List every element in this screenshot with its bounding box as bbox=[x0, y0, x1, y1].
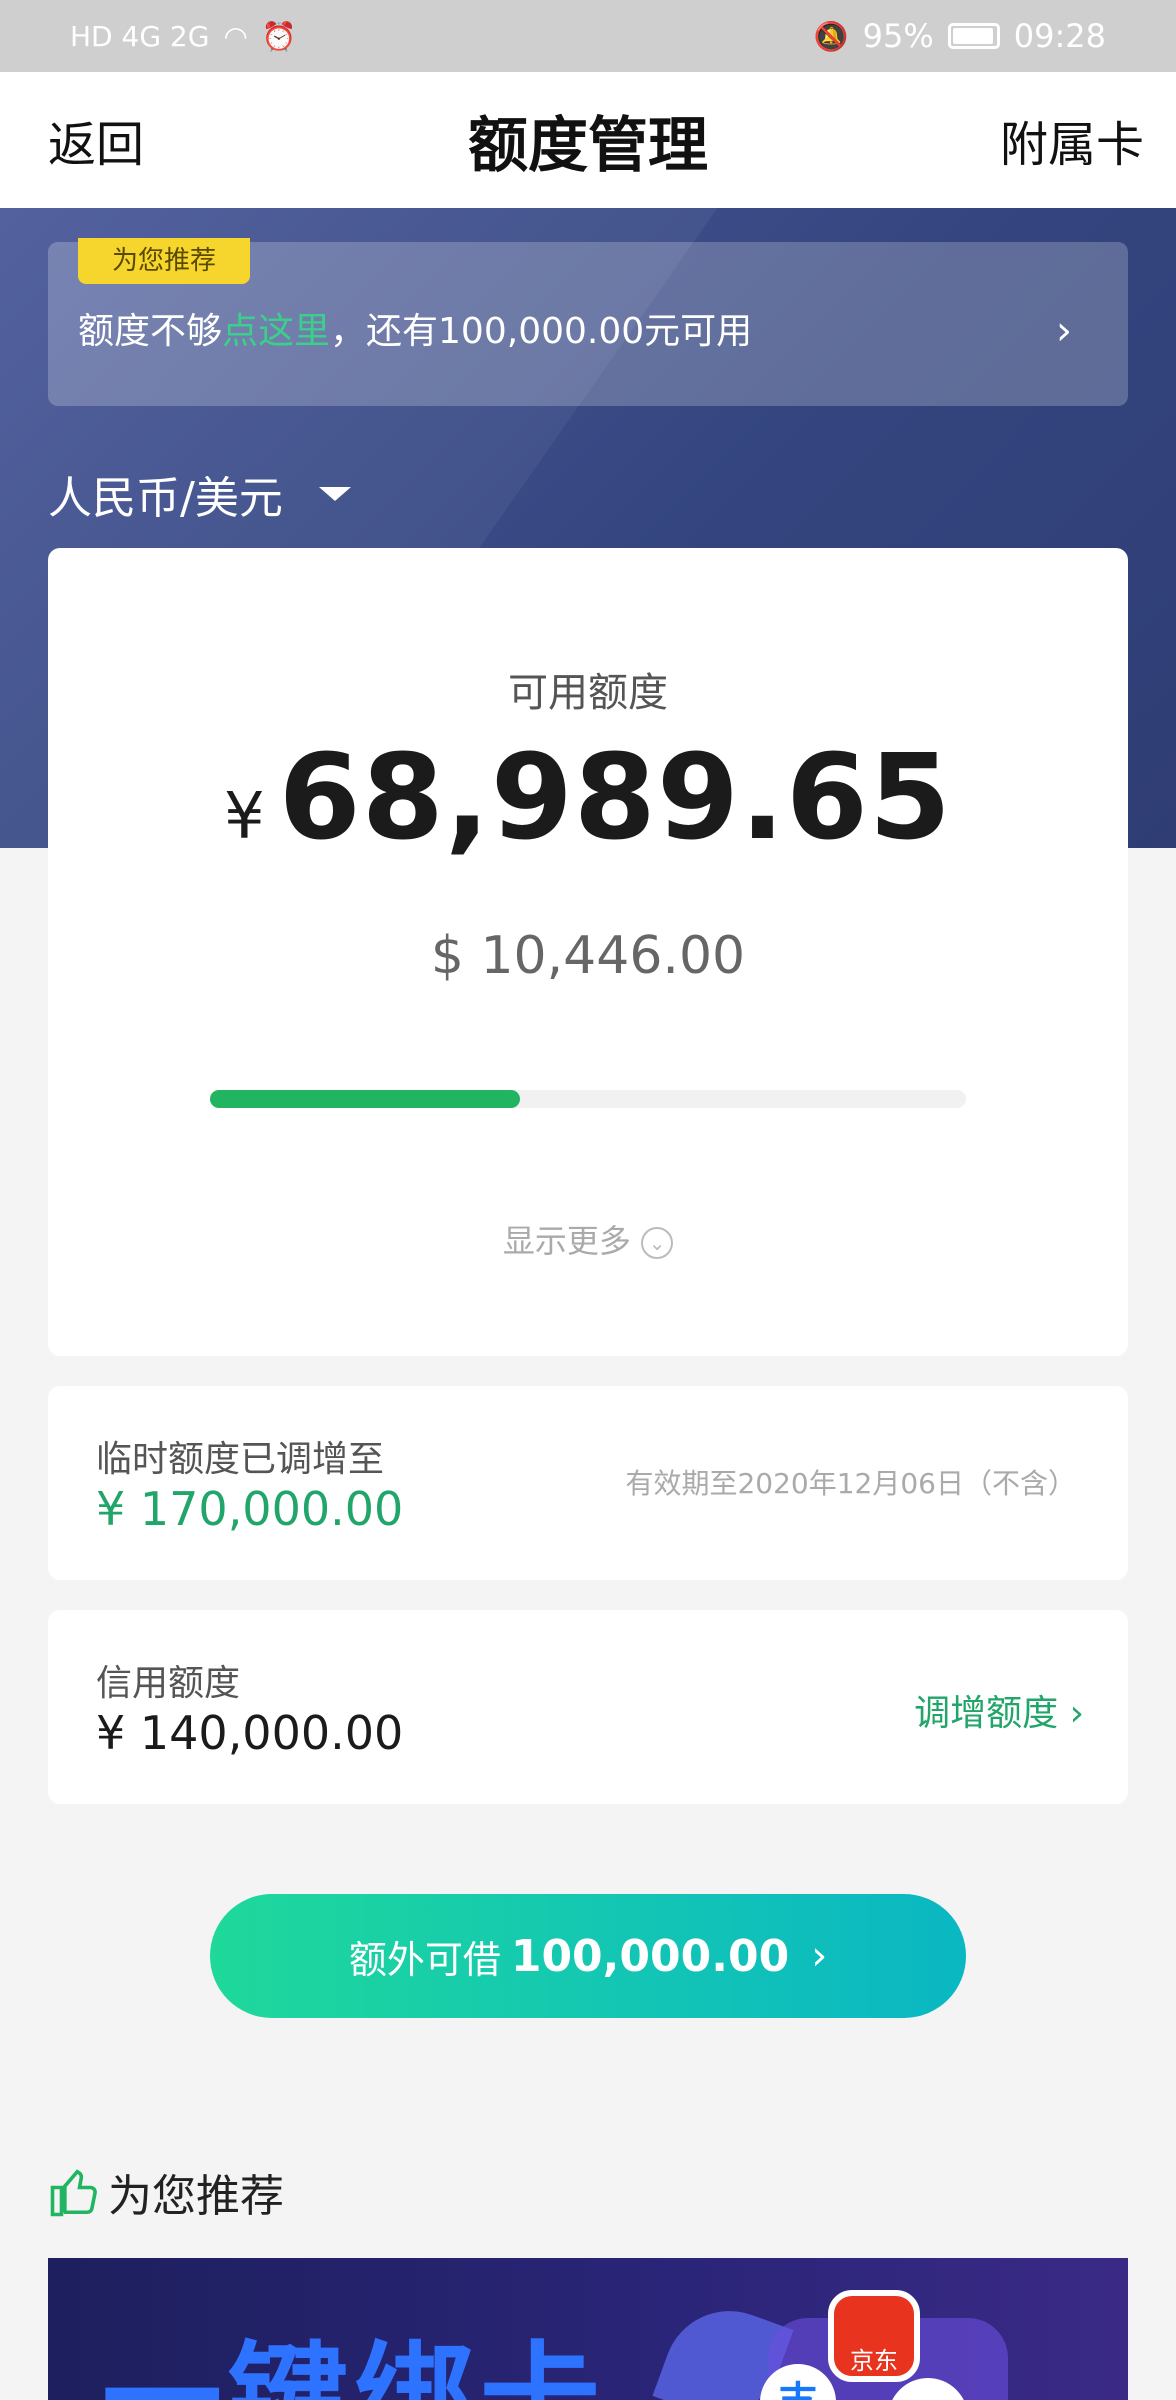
wifi-icon: ◠ bbox=[223, 19, 248, 53]
extra-borrow-prefix: 额外可借 bbox=[348, 1937, 501, 1982]
battery-icon bbox=[947, 23, 1000, 49]
available-usd: $ 10,446.00 bbox=[430, 926, 746, 986]
promo-text-before: 额度不够 bbox=[78, 311, 223, 352]
clock: 09:28 bbox=[1013, 17, 1106, 55]
chevron-down-icon: ⌄ bbox=[641, 1227, 674, 1259]
show-more-label: 显示更多 bbox=[502, 1222, 631, 1260]
battery-percent: 95% bbox=[862, 17, 934, 55]
status-bar: HD 4G 2G ◠ ⏰ 🔕 95% 09:28 bbox=[0, 0, 1176, 72]
temp-limit-card: 临时额度已调增至 ¥ 170,000.00 有效期至2020年12月06日（不含… bbox=[48, 1386, 1128, 1580]
available-amount-value: 68,989.65 bbox=[278, 728, 953, 866]
bind-card-banner[interactable]: 一键绑卡 京东 支 bbox=[48, 2258, 1128, 2400]
promo-text-after: ，还有100,000.00元可用 bbox=[330, 311, 753, 352]
promo-banner[interactable]: 为您推荐 额度不够点这里，还有100,000.00元可用 › bbox=[48, 238, 1128, 406]
promo-text: 额度不够点这里，还有100,000.00元可用 bbox=[78, 302, 752, 354]
banner-headline: 一键绑卡 bbox=[102, 2302, 606, 2400]
increase-limit-link[interactable]: 调增额度 › bbox=[914, 1684, 1084, 1736]
promo-link[interactable]: 点这里 bbox=[222, 311, 330, 352]
status-left: HD 4G 2G ◠ ⏰ bbox=[70, 20, 297, 53]
back-button[interactable]: 返回 bbox=[48, 105, 144, 175]
alarm-icon: ⏰ bbox=[261, 19, 297, 53]
currency-symbol: ¥ bbox=[223, 780, 265, 854]
recommend-section-title: 为您推荐 bbox=[48, 2160, 284, 2224]
available-amount: ¥ 68,989.65 bbox=[48, 728, 1128, 866]
credit-limit-card: 信用额度 ¥ 140,000.00 调增额度 › bbox=[48, 1610, 1128, 1804]
currency-value: 人民币/美元 bbox=[48, 473, 283, 524]
available-label: 可用额度 bbox=[508, 670, 668, 716]
promo-tag: 为您推荐 bbox=[78, 238, 251, 284]
temp-limit-amount: ¥ 170,000.00 bbox=[96, 1482, 404, 1536]
currency-selector[interactable]: 人民币/美元 bbox=[48, 462, 351, 526]
extra-borrow-button[interactable]: 额外可借 100,000.00 › bbox=[210, 1894, 966, 2018]
recommend-title-text: 为您推荐 bbox=[108, 2171, 284, 2222]
available-limit-card: 可用额度 ¥ 68,989.65 $ 10,446.00 显示更多 ⌄ bbox=[48, 548, 1128, 1356]
credit-limit-label: 信用额度 bbox=[96, 1663, 241, 1704]
signal-icons: HD 4G 2G bbox=[70, 19, 210, 53]
jd-icon: 京东 bbox=[828, 2290, 920, 2382]
temp-limit-validity: 有效期至2020年12月06日（不含） bbox=[625, 1467, 1076, 1500]
supplementary-card-button[interactable]: 附属卡 bbox=[1000, 105, 1144, 175]
status-right: 🔕 95% 09:28 bbox=[814, 17, 1106, 55]
show-more-button[interactable]: 显示更多 ⌄ bbox=[48, 1216, 1128, 1262]
credit-limit-amount: ¥ 140,000.00 bbox=[96, 1706, 404, 1760]
thumbs-up-icon bbox=[50, 2169, 97, 2217]
mute-icon: 🔕 bbox=[813, 19, 849, 53]
caret-down-icon bbox=[318, 487, 351, 501]
extra-borrow-amount: 100,000.00 bbox=[510, 1930, 790, 1982]
chevron-right-icon[interactable]: › bbox=[1056, 308, 1072, 354]
limit-progress-bar bbox=[210, 1090, 966, 1108]
temp-limit-label: 临时额度已调增至 bbox=[96, 1439, 385, 1480]
limit-progress-fill bbox=[210, 1090, 520, 1108]
chevron-right-icon: › bbox=[811, 1933, 828, 1979]
nav-bar: 返回 额度管理 附属卡 bbox=[0, 72, 1176, 208]
